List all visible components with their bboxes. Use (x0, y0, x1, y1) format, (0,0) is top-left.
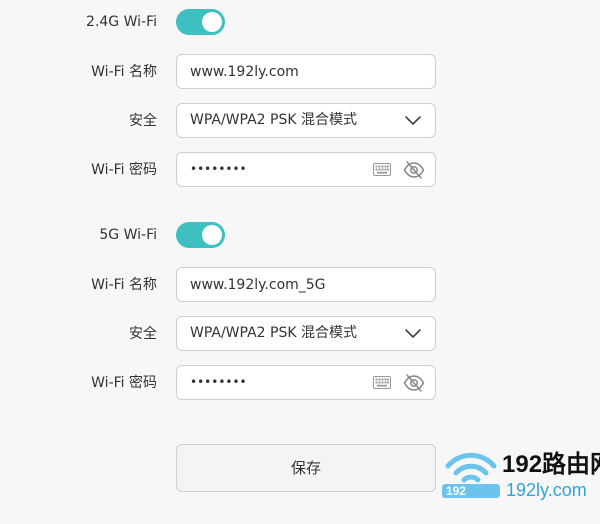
keyboard-icon[interactable] (373, 376, 391, 389)
label-5g-security: 安全 (129, 326, 157, 342)
row-5g-security: 安全 WPA/WPA2 PSK 混合模式 (0, 316, 600, 352)
label-24g-security: 安全 (129, 113, 157, 129)
chevron-down-icon (405, 116, 421, 125)
security-5g-select[interactable]: WPA/WPA2 PSK 混合模式 (176, 316, 436, 351)
row-5g-ssid: Wi-Fi 名称 (0, 267, 600, 303)
password-5g-mask: •••••••• (190, 375, 247, 389)
security-5g-value: WPA/WPA2 PSK 混合模式 (190, 325, 357, 341)
keyboard-icon[interactable] (373, 163, 391, 176)
ssid-5g-input[interactable] (177, 268, 435, 301)
label-5g-ssid: Wi-Fi 名称 (91, 277, 157, 293)
row-5g-password: Wi-Fi 密码 •••••••• (0, 365, 600, 401)
label-24g-toggle: 2.4G Wi-Fi (86, 14, 157, 30)
label-24g-password: Wi-Fi 密码 (91, 162, 157, 178)
watermark-logo: 192 192路由网 192ly.com (440, 440, 600, 510)
field-5g-ssid (176, 267, 436, 302)
label-24g-ssid: Wi-Fi 名称 (91, 64, 157, 80)
toggle-knob (202, 225, 222, 245)
toggle-24g-wifi[interactable] (176, 9, 225, 35)
row-24g-password: Wi-Fi 密码 •••••••• (0, 152, 600, 188)
toggle-5g-wifi[interactable] (176, 222, 225, 248)
password-24g-mask: •••••••• (190, 162, 247, 176)
row-24g-security: 安全 WPA/WPA2 PSK 混合模式 (0, 103, 600, 139)
password-24g-field[interactable]: •••••••• (176, 152, 436, 187)
security-24g-select[interactable]: WPA/WPA2 PSK 混合模式 (176, 103, 436, 138)
row-5g-toggle: 5G Wi-Fi (0, 217, 600, 253)
watermark-brand: 192路由网 (502, 451, 600, 478)
wifi-settings-page: 2.4G Wi-Fi Wi-Fi 名称 安全 WPA/WPA2 PSK 混合模式… (0, 0, 600, 524)
password-5g-field[interactable]: •••••••• (176, 365, 436, 400)
label-5g-password: Wi-Fi 密码 (91, 375, 157, 391)
field-24g-ssid (176, 54, 436, 89)
save-button[interactable]: 保存 (176, 444, 436, 492)
security-24g-value: WPA/WPA2 PSK 混合模式 (190, 112, 357, 128)
watermark-domain: 192ly.com (506, 480, 587, 500)
label-5g-toggle: 5G Wi-Fi (99, 227, 157, 243)
eye-off-icon[interactable] (403, 373, 425, 393)
eye-off-icon[interactable] (403, 160, 425, 180)
row-24g-toggle: 2.4G Wi-Fi (0, 4, 600, 40)
chevron-down-icon (405, 329, 421, 338)
row-24g-ssid: Wi-Fi 名称 (0, 54, 600, 90)
watermark-badge: 192 (446, 484, 467, 498)
ssid-24g-input[interactable] (177, 55, 435, 88)
toggle-knob (202, 12, 222, 32)
